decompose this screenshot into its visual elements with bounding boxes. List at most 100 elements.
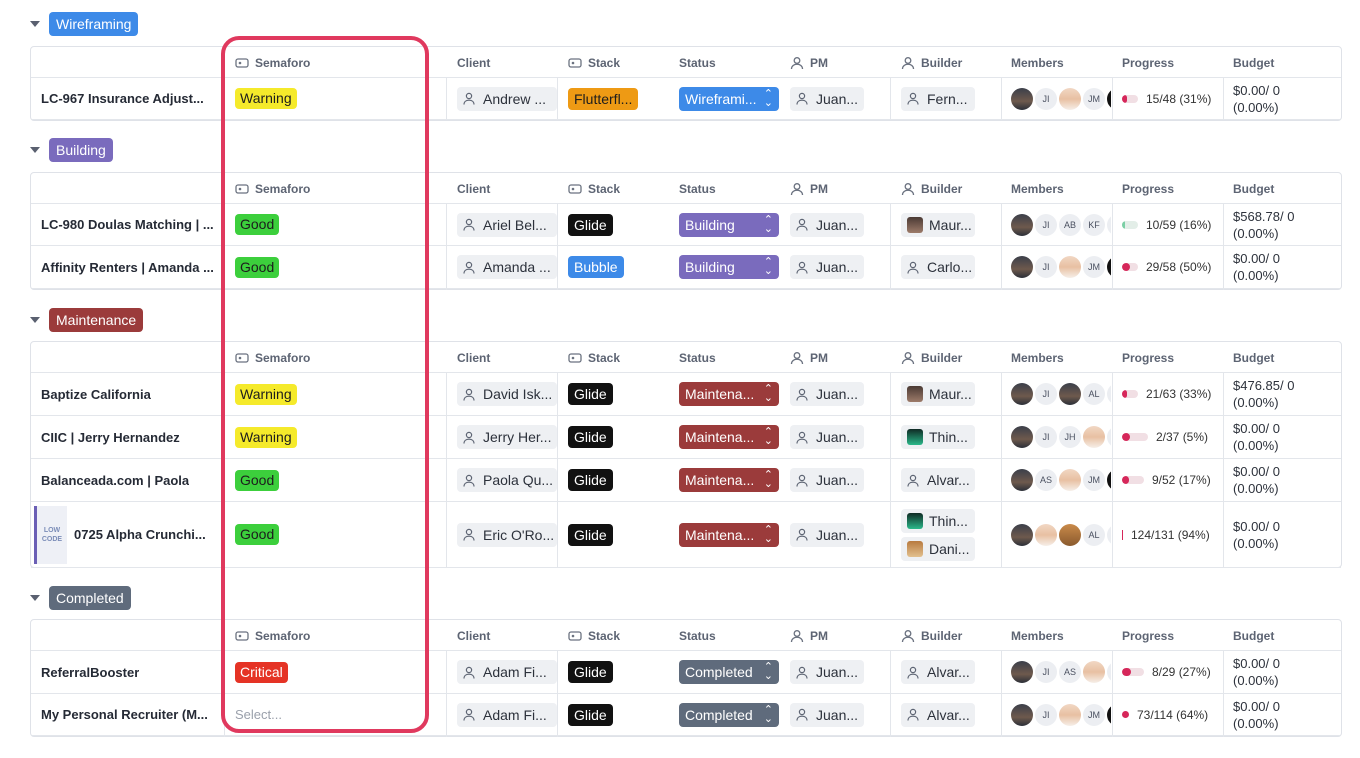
table-row[interactable]: LC-967 Insurance Adjust... Warning Andre… [31,78,1341,120]
col-builder[interactable]: Builder [901,47,962,78]
stack-badge[interactable]: Flutterfl... [568,87,639,110]
table-row[interactable]: My Personal Recruiter (M... Select... Ad… [31,694,1341,736]
table-row[interactable]: Baptize California Warning David Isk... … [31,373,1341,416]
col-budget[interactable]: Budget [1233,620,1274,651]
col-semaforo[interactable]: Semaforo [235,173,310,204]
project-name[interactable]: LC-967 Insurance Adjust... [41,91,204,106]
project-name[interactable]: ReferralBooster [41,665,139,680]
col-progress[interactable]: Progress [1122,620,1174,651]
pm-chip[interactable]: Juan... [790,86,864,111]
collapse-caret-icon[interactable] [30,595,40,601]
status-select[interactable]: Building ⌃ ⌄ [679,212,779,237]
client-chip[interactable]: Ariel Bel... [457,212,557,237]
semaforo-badge[interactable]: Warning [235,88,297,109]
semaforo-badge[interactable]: Good [235,256,280,278]
col-pm[interactable]: PM [790,342,828,373]
stack-badge[interactable]: Glide [568,661,613,683]
col-budget[interactable]: Budget [1233,342,1274,373]
col-status[interactable]: Status [679,47,716,78]
stack-badge[interactable]: Glide [568,383,613,405]
col-builder[interactable]: Builder [901,620,962,651]
stack-badge[interactable]: Glide [568,426,613,448]
col-stack[interactable]: Stack [568,47,620,78]
status-select[interactable]: Building ⌃ ⌄ [679,255,779,279]
col-progress[interactable]: Progress [1122,342,1174,373]
members-list[interactable]: JI JM [1011,703,1111,726]
col-pm[interactable]: PM [790,173,828,204]
col-pm[interactable]: PM [790,620,828,651]
semaforo-badge[interactable]: Good [235,469,280,491]
client-chip[interactable]: Andrew ... [457,86,557,111]
col-status[interactable]: Status [679,342,716,373]
pm-chip[interactable]: Juan... [790,255,864,279]
project-name[interactable]: 0725 Alpha Crunchi... [74,527,206,542]
status-select[interactable]: Maintena... ⌃ ⌄ [679,468,779,492]
builder-chip[interactable]: Thin... [901,425,975,449]
col-members[interactable]: Members [1011,173,1064,204]
client-chip[interactable]: Paola Qu... [457,468,557,492]
stack-badge[interactable]: Glide [568,523,613,546]
col-pm[interactable]: PM [790,47,828,78]
status-select[interactable]: Wireframi... ⌃ ⌄ [679,86,779,111]
stack-badge[interactable]: Bubble [568,256,624,278]
col-members[interactable]: Members [1011,620,1064,651]
members-list[interactable]: JI JM [1011,256,1111,278]
col-status[interactable]: Status [679,173,716,204]
builder-chip[interactable]: Dani... [901,536,975,561]
collapse-caret-icon[interactable] [30,147,40,153]
col-client[interactable]: Client [457,342,490,373]
col-semaforo[interactable]: Semaforo [235,342,310,373]
col-semaforo[interactable]: Semaforo [235,47,310,78]
group-header[interactable]: Wireframing [30,12,139,36]
col-progress[interactable]: Progress [1122,173,1174,204]
table-row[interactable]: Affinity Renters | Amanda ... Good Amand… [31,246,1341,289]
status-select[interactable]: Completed ⌃ ⌄ [679,702,779,727]
project-name[interactable]: CIIC | Jerry Hernandez [41,430,180,445]
table-row[interactable]: LC-980 Doulas Matching | ... Good Ariel … [31,204,1341,246]
col-semaforo[interactable]: Semaforo [235,620,310,651]
pm-chip[interactable]: Juan... [790,702,864,727]
builder-chip[interactable]: Alvar... [901,702,975,727]
table-row[interactable]: CIIC | Jerry Hernandez Warning Jerry Her… [31,416,1341,459]
semaforo-badge[interactable]: Warning [235,426,297,448]
table-row[interactable]: Balanceada.com | Paola Good Paola Qu... … [31,459,1341,502]
project-name[interactable]: My Personal Recruiter (M... [41,707,208,722]
status-select[interactable]: Maintena... ⌃ ⌄ [679,382,779,406]
semaforo-badge[interactable]: Good [235,214,280,235]
collapse-caret-icon[interactable] [30,21,40,27]
semaforo-badge[interactable]: Warning [235,383,297,405]
builder-chip[interactable]: Alvar... [901,660,975,684]
col-builder[interactable]: Builder [901,173,962,204]
client-chip[interactable]: Adam Fi... [457,660,557,684]
members-list[interactable]: AS JM [1011,469,1111,491]
client-chip[interactable]: Adam Fi... [457,702,557,727]
members-list[interactable]: JIABKFJ [1011,213,1111,236]
builder-chip[interactable]: Maur... [901,212,975,237]
client-chip[interactable]: Jerry Her... [457,425,557,449]
status-select[interactable]: Maintena... ⌃ ⌄ [679,425,779,449]
members-list[interactable]: ALJ [1011,523,1111,546]
client-chip[interactable]: Eric O'Ro... [457,522,557,547]
builder-chip[interactable]: Alvar... [901,468,975,492]
col-budget[interactable]: Budget [1233,173,1274,204]
col-status[interactable]: Status [679,620,716,651]
project-name[interactable]: Balanceada.com | Paola [41,473,189,488]
project-name[interactable]: Baptize California [41,387,151,402]
pm-chip[interactable]: Juan... [790,522,864,547]
builder-chip[interactable]: Maur... [901,382,975,406]
col-stack[interactable]: Stack [568,173,620,204]
col-stack[interactable]: Stack [568,342,620,373]
builder-chip[interactable]: Thin... [901,508,975,533]
builder-chip[interactable]: Fern... [901,86,975,111]
group-header[interactable]: Maintenance [30,308,144,332]
col-members[interactable]: Members [1011,342,1064,373]
semaforo-badge[interactable]: Good [235,524,280,545]
builder-chip[interactable]: Carlo... [901,255,975,279]
members-list[interactable]: JI JM [1011,87,1111,110]
table-row[interactable]: ReferralBooster Critical Adam Fi... Glid… [31,651,1341,694]
col-client[interactable]: Client [457,173,490,204]
col-client[interactable]: Client [457,620,490,651]
project-name[interactable]: Affinity Renters | Amanda ... [41,260,214,275]
col-members[interactable]: Members [1011,47,1064,78]
stack-badge[interactable]: Glide [568,469,613,491]
